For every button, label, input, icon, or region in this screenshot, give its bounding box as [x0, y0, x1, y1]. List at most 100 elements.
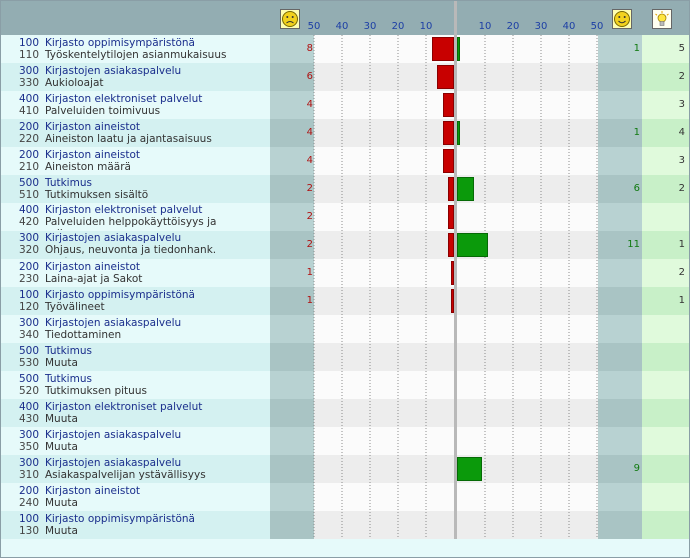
category-name: Kirjaston elektroniset palvelut: [45, 204, 203, 216]
category-code: 200: [18, 149, 39, 161]
subcategory-line: opetus: [7, 256, 269, 258]
category-code: 300: [18, 65, 39, 77]
axis-tick-label: 20: [391, 21, 405, 32]
positive-count: 9: [633, 463, 640, 474]
subcategory-name: Aukioloajat: [45, 77, 104, 89]
subcategory-name: selkeys: [45, 228, 84, 230]
category-line: 100 Kirjasto oppimisympäristönä: [7, 289, 269, 301]
subcategory-name: Tutkimuksen sisältö: [45, 189, 149, 201]
category-name: Kirjastojen asiakaspalvelu: [45, 457, 182, 469]
subcategory-name: Laina-ajat ja Sakot: [45, 273, 143, 285]
category-line: 300 Kirjastojen asiakaspalvelu: [7, 457, 269, 469]
subcategory-code: 310: [18, 469, 39, 481]
negative-bar: [431, 37, 454, 61]
negative-bar: [451, 289, 454, 313]
subcategory-code: 230: [18, 273, 39, 285]
positive-bar: [457, 37, 460, 61]
subcategory-line: 330 Aukioloajat: [7, 77, 269, 89]
row-label: 300 Kirjastojen asiakaspalvelu 320 Ohjaus, …: [7, 232, 269, 258]
category-code: 300: [18, 457, 39, 469]
subcategory-name: Palveluiden toimivuus: [45, 105, 161, 117]
subcategory-name: opetus: [45, 256, 81, 258]
category-line: 300 Kirjastojen asiakaspalvelu: [7, 317, 269, 329]
subcategory-line: 310 Asiakaspalvelijan ystävällisyys: [7, 469, 269, 481]
category-line: 400 Kirjaston elektroniset palvelut: [7, 93, 269, 105]
subcategory-code: 120: [18, 301, 39, 313]
negative-bar: [442, 149, 454, 173]
subcategory-name: Tutkimuksen pituus: [45, 385, 147, 397]
row-label: 100 Kirjasto oppimisympäristönä 130 Muuta: [7, 513, 269, 539]
axis-tick-label: 30: [534, 21, 548, 32]
row-label: 500 Tutkimus 510 Tutkimuksen sisältö: [7, 177, 269, 203]
category-name: Kirjastojen asiakaspalvelu: [45, 232, 182, 244]
negative-bar: [442, 121, 454, 145]
negative-count: 2: [306, 183, 313, 194]
negative-count: 1: [306, 295, 313, 306]
negative-bar: [451, 261, 454, 285]
row-label: 400 Kirjaston elektroniset palvelut 430 Muu…: [7, 401, 269, 427]
row-label: 200 Kirjaston aineistot 240 Muuta: [7, 485, 269, 511]
ideas-count: 1: [678, 239, 685, 250]
category-name: Kirjaston aineistot: [45, 485, 140, 497]
subcategory-name: Asiakaspalvelijan ystävällisyys: [45, 469, 206, 481]
row-label: 400 Kirjaston elektroniset palvelut 410 Pal…: [7, 93, 269, 119]
category-code: 500: [18, 373, 39, 385]
subcategory-code: 240: [18, 497, 39, 509]
subcategory-line: 240 Muuta: [7, 497, 269, 509]
row-label: 200 Kirjaston aineistot 220 Aineiston laatu…: [7, 121, 269, 147]
subcategory-name: Työskentelytilojen asianmukaisuus: [45, 49, 227, 61]
subcategory-line: 130 Muuta: [7, 525, 269, 537]
subcategory-line: 320 Ohjaus, neuvonta ja tiedonhank.: [7, 244, 269, 256]
subcategory-code: 410: [18, 105, 39, 117]
subcategory-line: 350 Muuta: [7, 441, 269, 453]
positive-bar: [457, 457, 483, 481]
category-line: 400 Kirjaston elektroniset palvelut: [7, 204, 269, 216]
negative-bar: [442, 93, 454, 117]
ideas-count: 1: [678, 295, 685, 306]
positive-bar: [457, 177, 474, 201]
category-name: Kirjasto oppimisympäristönä: [45, 513, 195, 525]
axis-tick-label: 50: [307, 21, 321, 32]
positive-count: 1: [633, 127, 640, 138]
category-code: 300: [18, 317, 39, 329]
category-code: 100: [18, 513, 39, 525]
subcategory-line: selkeys: [7, 228, 269, 230]
subcategory-code: 130: [18, 525, 39, 537]
category-name: Kirjaston aineistot: [45, 261, 140, 273]
category-line: 200 Kirjaston aineistot: [7, 485, 269, 497]
category-name: Kirjaston elektroniset palvelut: [45, 401, 203, 413]
category-line: 300 Kirjastojen asiakaspalvelu: [7, 429, 269, 441]
category-line: 500 Tutkimus: [7, 345, 269, 357]
subcategory-line: 230 Laina-ajat ja Sakot: [7, 273, 269, 285]
category-name: Kirjastojen asiakaspalvelu: [45, 429, 182, 441]
category-code: 400: [18, 401, 39, 413]
category-name: Tutkimus: [45, 177, 92, 189]
category-name: Tutkimus: [45, 345, 92, 357]
category-line: 300 Kirjastojen asiakaspalvelu: [7, 232, 269, 244]
category-code: 500: [18, 177, 39, 189]
category-line: 200 Kirjaston aineistot: [7, 149, 269, 161]
positive-bar: [457, 121, 460, 145]
category-line: 200 Kirjaston aineistot: [7, 261, 269, 273]
category-code: 200: [18, 485, 39, 497]
axis-tick-label: 10: [478, 21, 492, 32]
axis-tick-label: 10: [419, 21, 433, 32]
row-label: 300 Kirjastojen asiakaspalvelu 340 Tiedotta…: [7, 317, 269, 343]
category-code: 500: [18, 345, 39, 357]
positive-count: 6: [633, 183, 640, 194]
ideas-count: 2: [678, 267, 685, 278]
row-label: 400 Kirjaston elektroniset palvelut 420 Pal…: [7, 204, 269, 230]
negative-bar: [448, 177, 454, 201]
subcategory-code: 520: [18, 385, 39, 397]
negative-count: 4: [306, 155, 313, 166]
positive-count: 1: [633, 43, 640, 54]
subcategory-line: 530 Muuta: [7, 357, 269, 369]
negative-count: 2: [306, 211, 313, 222]
subcategory-name: Työvälineet: [45, 301, 105, 313]
subcategory-code: 350: [18, 441, 39, 453]
ideas-count: 2: [678, 183, 685, 194]
category-name: Kirjasto oppimisympäristönä: [45, 37, 195, 49]
subcategory-line: 220 Aineiston laatu ja ajantasaisuus: [7, 133, 269, 145]
ideas-count: 3: [678, 155, 685, 166]
row-label: 300 Kirjastojen asiakaspalvelu 310 Asiakasp…: [7, 457, 269, 483]
